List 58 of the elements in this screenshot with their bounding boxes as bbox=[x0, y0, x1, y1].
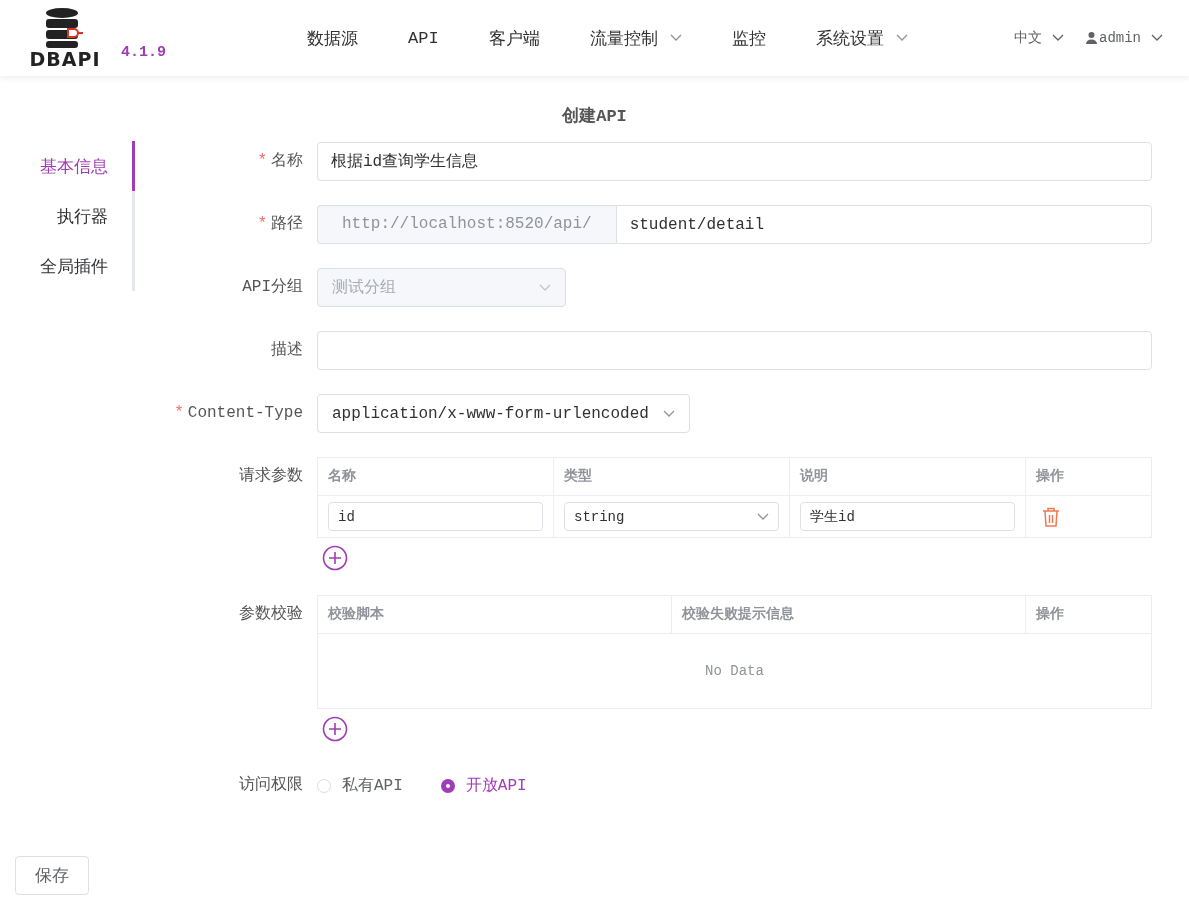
add-button[interactable] bbox=[322, 545, 348, 571]
nav-item[interactable]: 数据源 bbox=[282, 26, 383, 50]
text-field[interactable] bbox=[317, 331, 1152, 370]
user-icon bbox=[1086, 32, 1097, 44]
save-button[interactable]: 保存 bbox=[15, 856, 89, 895]
column-header: 校验脚本 bbox=[318, 596, 672, 634]
type-select[interactable]: string bbox=[564, 502, 779, 531]
field-label: 请求参数 bbox=[238, 466, 303, 487]
nav-item[interactable]: API bbox=[383, 26, 464, 50]
logo-text: DBAPI bbox=[29, 49, 101, 69]
radio-option[interactable]: 开放API bbox=[440, 775, 527, 796]
chevron-down-icon bbox=[669, 34, 682, 42]
name-field[interactable]: id bbox=[328, 502, 543, 531]
field-label: 参数校验 bbox=[238, 604, 303, 625]
url-prefix: http://localhost:8520/api/ bbox=[317, 205, 616, 244]
nav-item[interactable]: 系统设置 bbox=[790, 26, 933, 50]
database-icon bbox=[45, 7, 85, 49]
delete-icon[interactable] bbox=[1042, 506, 1060, 527]
field-label: 描述 bbox=[270, 340, 303, 361]
nav-item[interactable]: 监控 bbox=[706, 26, 791, 50]
chevron-down-icon bbox=[895, 34, 908, 42]
chevron-down-icon bbox=[539, 283, 551, 292]
nav-item[interactable]: 流量控制 bbox=[564, 26, 707, 50]
field-label: API分组 bbox=[241, 277, 303, 298]
add-button[interactable] bbox=[322, 716, 348, 742]
side-tab[interactable]: 执行器 bbox=[40, 191, 135, 241]
chevron-down-icon bbox=[1151, 34, 1163, 42]
field-label: * 名称 bbox=[256, 151, 303, 172]
required-mark: * bbox=[174, 404, 184, 422]
required-mark: * bbox=[257, 215, 267, 233]
language-dropdown[interactable]: 中文 bbox=[1014, 29, 1064, 47]
field-label: 访问权限 bbox=[238, 774, 303, 796]
radio-option[interactable]: 私有API bbox=[317, 775, 403, 796]
path-field[interactable]: student/detail bbox=[615, 205, 1152, 244]
select-field[interactable]: application/x-www-form-urlencoded bbox=[317, 394, 690, 433]
version-label: 4.1.9 bbox=[121, 43, 166, 61]
user-name: admin bbox=[1099, 30, 1141, 46]
empty-text: No Data bbox=[704, 662, 765, 681]
column-header: 说明 bbox=[790, 458, 1026, 496]
required-mark: * bbox=[257, 152, 267, 170]
side-tab[interactable]: 全局插件 bbox=[40, 241, 135, 291]
side-tab[interactable]: 基本信息 bbox=[40, 141, 135, 191]
field-label: * 路径 bbox=[256, 214, 303, 235]
nav-item[interactable]: 客户端 bbox=[463, 26, 565, 50]
field-label: * Content-Type bbox=[173, 403, 303, 424]
column-header: 操作 bbox=[1026, 458, 1151, 496]
user-menu[interactable]: admin bbox=[1086, 30, 1163, 46]
text-field[interactable]: 根据id查询学生信息 bbox=[317, 142, 1152, 181]
page-title: 创建API bbox=[561, 105, 628, 128]
radio-circle[interactable] bbox=[440, 778, 455, 793]
description-field[interactable]: 学生id bbox=[800, 502, 1015, 531]
column-header: 类型 bbox=[554, 458, 790, 496]
chevron-down-icon bbox=[1052, 34, 1064, 42]
column-header: 名称 bbox=[318, 458, 554, 496]
column-header: 校验失败提示信息 bbox=[672, 596, 1026, 634]
column-header: 操作 bbox=[1026, 596, 1151, 634]
chevron-down-icon bbox=[662, 409, 675, 418]
chevron-down-icon bbox=[757, 512, 769, 521]
